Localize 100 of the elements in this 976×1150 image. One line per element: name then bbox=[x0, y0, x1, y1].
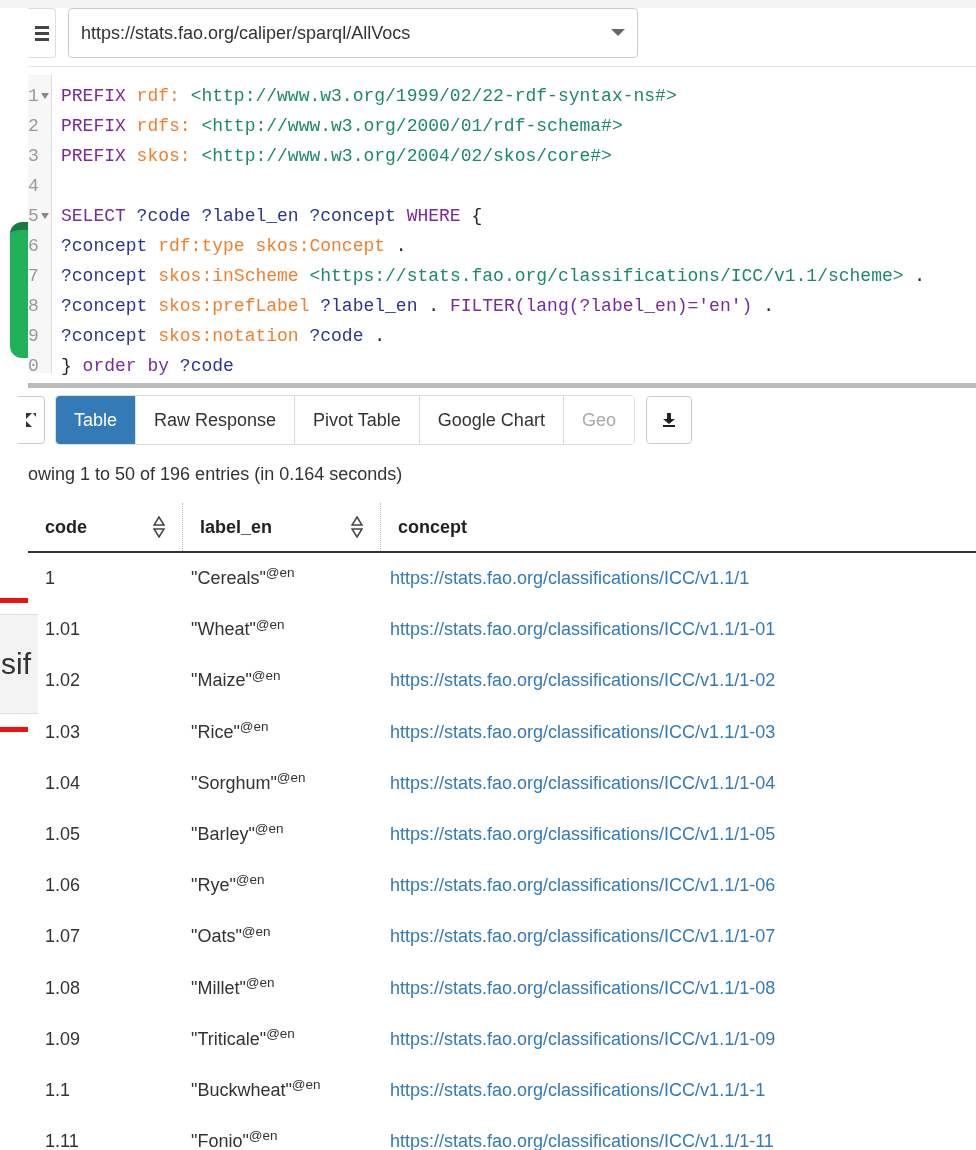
code-token: ?label_en bbox=[201, 205, 299, 228]
table-cell-text: 1.04 bbox=[44, 771, 82, 795]
fullscreen-button[interactable] bbox=[18, 396, 45, 444]
column-header[interactable]: label_en bbox=[183, 503, 381, 551]
code-token: ?concept bbox=[61, 265, 148, 288]
code-token: SELECT bbox=[61, 205, 126, 228]
concept-link[interactable]: https://stats.fao.org/classifications/ICC/v1.1/1-06 bbox=[390, 872, 776, 900]
code-token: . bbox=[374, 325, 386, 348]
endpoint-select[interactable]: https://stats.fao.org/caliper/sparql/AllVocs bbox=[68, 8, 638, 58]
table-cell-text: 1.08 bbox=[44, 976, 82, 1000]
code-token: rdf: bbox=[136, 85, 180, 108]
sort-icon bbox=[351, 516, 363, 538]
code-token: skos: bbox=[136, 145, 191, 168]
scroll-handle[interactable] bbox=[10, 222, 28, 358]
caret-icon bbox=[611, 29, 625, 37]
code-token: . bbox=[428, 295, 440, 318]
concept-link[interactable]: https://stats.fao.org/classifications/ICC/v1.1/1-09 bbox=[390, 1025, 776, 1053]
line-number: 9 bbox=[28, 325, 39, 348]
concept-link[interactable]: https://stats.fao.org/classifications/ICC/v1.1/1-03 bbox=[390, 718, 776, 746]
concept-link[interactable]: https://stats.fao.org/classifications/ICC/v1.1/1-07 bbox=[390, 923, 776, 951]
partial-text: sif bbox=[0, 649, 31, 679]
code-token: <http://www.w3.org/1999/02/22-rdf-syntax-ns#> bbox=[190, 85, 677, 108]
code-token: order by bbox=[82, 355, 170, 378]
code-token: rdfs: bbox=[136, 115, 191, 138]
table-cell-text: "Buckwheat"$^{@en}$ bbox=[190, 1076, 322, 1102]
code-token: } bbox=[61, 355, 72, 378]
code-token: . bbox=[763, 295, 774, 318]
line-number: 5 bbox=[28, 205, 39, 228]
concept-link[interactable]: https://stats.fao.org/classifications/ICC/v1.1/1-04 bbox=[390, 769, 776, 797]
code-token: <http://www.w3.org/2004/02/skos/core#> bbox=[201, 145, 612, 168]
line-number: 4 bbox=[28, 175, 39, 198]
code-token: PREFIX bbox=[61, 85, 126, 108]
code-token: { bbox=[471, 205, 483, 228]
table-cell-text: 1.03 bbox=[44, 720, 82, 744]
sort-icon bbox=[153, 516, 165, 538]
fold-icon[interactable] bbox=[40, 93, 49, 99]
column-header[interactable]: concept bbox=[381, 503, 976, 551]
code-token: ?code bbox=[179, 355, 234, 378]
table-cell-text: "Oats"$^{@en}$ bbox=[190, 923, 272, 949]
table-cell-text: 1.11 bbox=[44, 1130, 80, 1150]
result-summary: owing 1 to 50 of 196 entries (in 0.164 seconds) bbox=[28, 464, 403, 484]
download-button[interactable] bbox=[645, 396, 692, 444]
menu-icon bbox=[34, 25, 49, 41]
code-token: FILTER(lang(?label_en)='en') bbox=[449, 295, 753, 318]
concept-link[interactable]: https://stats.fao.org/classifications/ICC/v1.1/1-08 bbox=[390, 974, 776, 1002]
table-cell-text: "Barley"$^{@en}$ bbox=[190, 821, 285, 847]
code-token: <http://www.w3.org/2000/01/rdf-schema#> bbox=[201, 115, 623, 138]
code-token: ?code bbox=[136, 205, 191, 228]
line-number: 3 bbox=[28, 145, 39, 168]
table-cell-text: "Fonio"$^{@en}$ bbox=[190, 1128, 279, 1150]
table-cell-text: 1.06 bbox=[44, 874, 82, 898]
code-token: PREFIX bbox=[61, 145, 126, 168]
table-cell-text: "Cereals"$^{@en}$ bbox=[190, 565, 296, 591]
code-token: skos:inScheme bbox=[158, 265, 299, 288]
table-cell-text: "Sorghum"$^{@en}$ bbox=[190, 769, 307, 795]
table-cell-text: "Millet"$^{@en}$ bbox=[190, 974, 276, 1000]
table-cell-text: 1.1 bbox=[44, 1078, 72, 1102]
expand-icon bbox=[26, 412, 36, 428]
code-token: . bbox=[395, 235, 407, 258]
code-token: PREFIX bbox=[61, 115, 126, 138]
code-token: ?concept bbox=[309, 205, 396, 228]
line-number: 7 bbox=[28, 265, 39, 288]
concept-link[interactable]: https://stats.fao.org/classifications/ICC/v1.1/1-02 bbox=[390, 667, 776, 695]
table-cell-text: 1.07 bbox=[44, 925, 82, 949]
code-token: ?concept bbox=[61, 235, 148, 258]
table-cell-text: 1.02 bbox=[44, 669, 82, 693]
download-icon bbox=[661, 413, 676, 427]
view-tab[interactable]: Table bbox=[56, 396, 136, 444]
concept-link[interactable]: https://stats.fao.org/classifications/ICC/v1.1/1-11 bbox=[390, 1128, 774, 1150]
code-token: WHERE bbox=[406, 205, 461, 228]
table-cell-text: 1 bbox=[44, 567, 56, 591]
code-token: skos:notation bbox=[158, 325, 299, 348]
fold-icon[interactable] bbox=[40, 213, 49, 219]
line-number: 0 bbox=[28, 355, 39, 378]
concept-link[interactable]: https://stats.fao.org/classifications/ICC/v1.1/1 bbox=[390, 565, 750, 593]
concept-link[interactable]: https://stats.fao.org/classifications/ICC/v1.1/1-1 bbox=[390, 1076, 766, 1104]
line-number: 2 bbox=[28, 115, 39, 138]
menu-button[interactable] bbox=[28, 8, 56, 58]
table-cell-text: 1.09 bbox=[44, 1027, 82, 1051]
code-token: skos:prefLabel bbox=[158, 295, 310, 318]
table-cell-text: "Triticale"$^{@en}$ bbox=[190, 1025, 296, 1051]
code-token: ?label_en bbox=[320, 295, 418, 318]
concept-link[interactable]: https://stats.fao.org/classifications/ICC/v1.1/1-05 bbox=[390, 821, 776, 849]
code-token: . bbox=[914, 265, 926, 288]
code-token: ?concept bbox=[61, 325, 148, 348]
code-token: ?concept bbox=[61, 295, 148, 318]
column-header[interactable]: code bbox=[28, 503, 183, 551]
code-token: rdf:type bbox=[158, 235, 245, 258]
table-cell-text: "Maize"$^{@en}$ bbox=[190, 667, 282, 693]
concept-link[interactable]: https://stats.fao.org/classifications/ICC/v1.1/1-01 bbox=[390, 616, 776, 644]
table-cell-text: 1.01 bbox=[44, 618, 82, 642]
table-cell-text: 1.05 bbox=[44, 823, 82, 847]
line-number: 6 bbox=[28, 235, 39, 258]
line-number: 1 bbox=[28, 85, 39, 108]
line-number: 8 bbox=[28, 295, 39, 318]
table-cell-text: "Rice"$^{@en}$ bbox=[190, 718, 270, 744]
table-cell-text: "Wheat"$^{@en}$ bbox=[190, 616, 286, 642]
table-cell-text: "Rye"$^{@en}$ bbox=[190, 872, 266, 898]
code-token: <https://stats.fao.org/classifications/ICC/v1.1/scheme> bbox=[309, 265, 904, 288]
code-token: skos:Concept bbox=[255, 235, 386, 258]
